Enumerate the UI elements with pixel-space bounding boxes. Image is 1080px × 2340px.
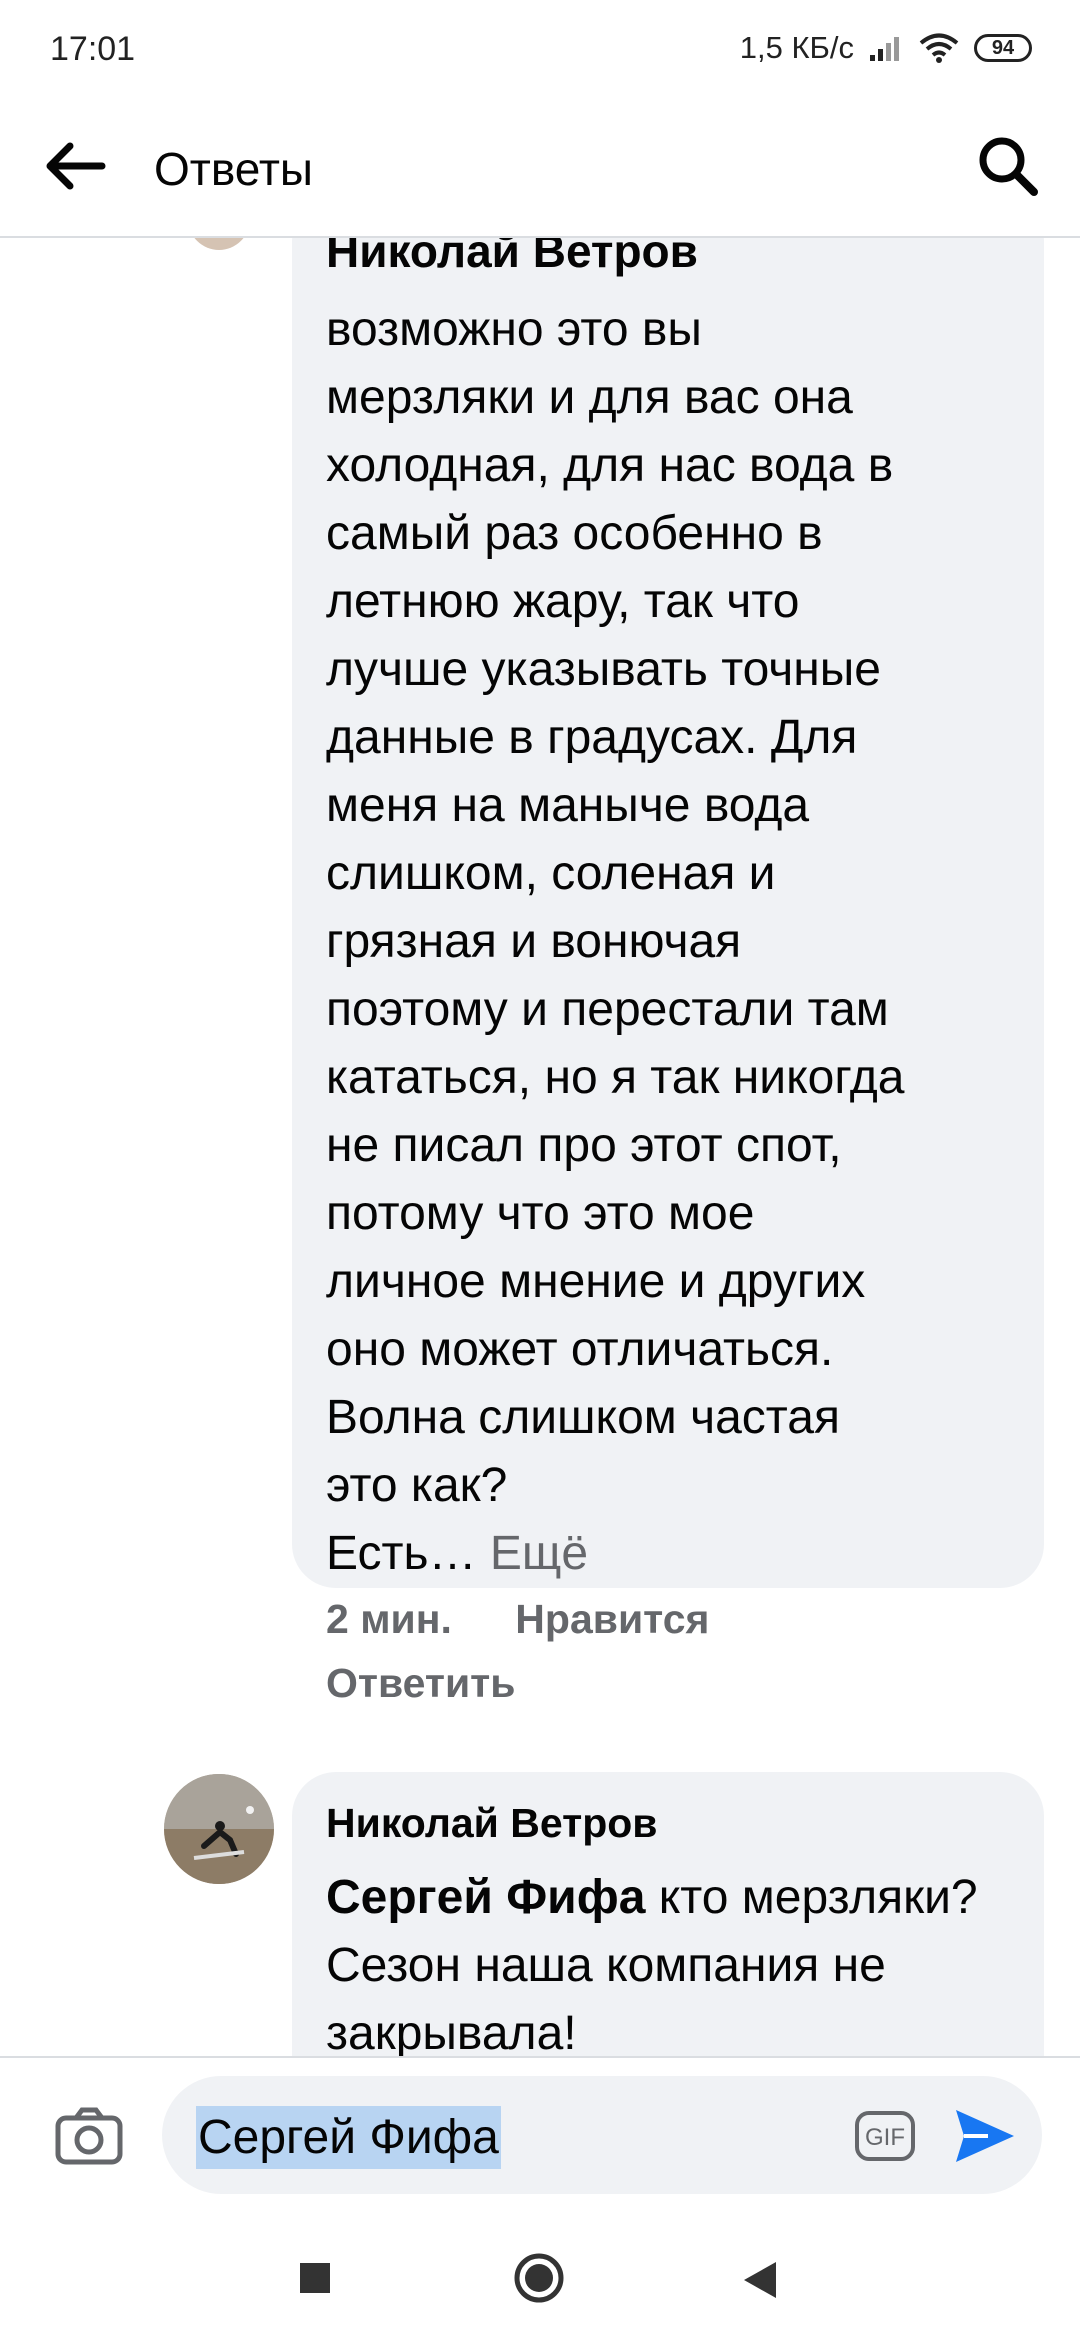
app-header: Ответы [0, 96, 1080, 238]
comment-text: возможно это вы мерзляки и для вас она х… [326, 296, 1046, 1588]
comment-text: Сергей Фифа кто мерзляки? Сезон наша ком… [326, 1864, 1026, 2058]
see-more-link[interactable]: Ещё [490, 1527, 588, 1580]
mention-link[interactable]: Сергей Фифа [326, 1871, 645, 1924]
reply-composer: Сергей Фифа GIF [0, 2056, 1080, 2208]
replies-thread[interactable]: Николай Ветров возможно это вы мерзляки … [0, 238, 1080, 2058]
back-arrow-icon[interactable] [40, 136, 110, 196]
network-speed: 1,5 КБ/с [739, 30, 854, 65]
comment-time: 2 мин. [326, 1596, 452, 1642]
wifi-icon [919, 33, 959, 63]
comment-input-value[interactable]: Сергей Фифа [196, 2106, 501, 2169]
page-title: Ответы [154, 143, 313, 195]
home-icon[interactable] [513, 2252, 565, 2304]
system-nav-bar [0, 2208, 1080, 2340]
reply-button[interactable]: Ответить [326, 1660, 515, 1707]
gif-icon[interactable]: GIF [854, 2110, 916, 2162]
gif-label: GIF [865, 2124, 905, 2151]
camera-icon[interactable] [54, 2106, 124, 2166]
like-button[interactable]: Нравится [515, 1596, 709, 1642]
comment-meta: 2 мин. Нравится [326, 1596, 761, 1643]
kitesurfer-photo [164, 1774, 274, 1884]
status-time: 17:01 [50, 30, 136, 68]
comment-input[interactable]: Сергей Фифа GIF [162, 2076, 1042, 2194]
comment-author[interactable]: Николай Ветров [326, 1800, 658, 1847]
avatar[interactable] [164, 1774, 274, 1884]
send-icon[interactable] [952, 2106, 1018, 2166]
avatar[interactable] [188, 238, 250, 250]
status-bar: 17:01 1,5 КБ/с 94 [0, 0, 1080, 96]
signal-icon [870, 37, 899, 61]
search-icon[interactable] [976, 134, 1040, 198]
recents-icon[interactable] [300, 2263, 330, 2293]
comment-body: возможно это вы мерзляки и для вас она х… [326, 303, 905, 1580]
comment-author[interactable]: Николай Ветров [326, 238, 698, 278]
status-indicators: 1,5 КБ/с 94 [740, 28, 1032, 68]
battery-icon: 94 [974, 34, 1032, 62]
nav-back-icon[interactable] [740, 2258, 780, 2302]
